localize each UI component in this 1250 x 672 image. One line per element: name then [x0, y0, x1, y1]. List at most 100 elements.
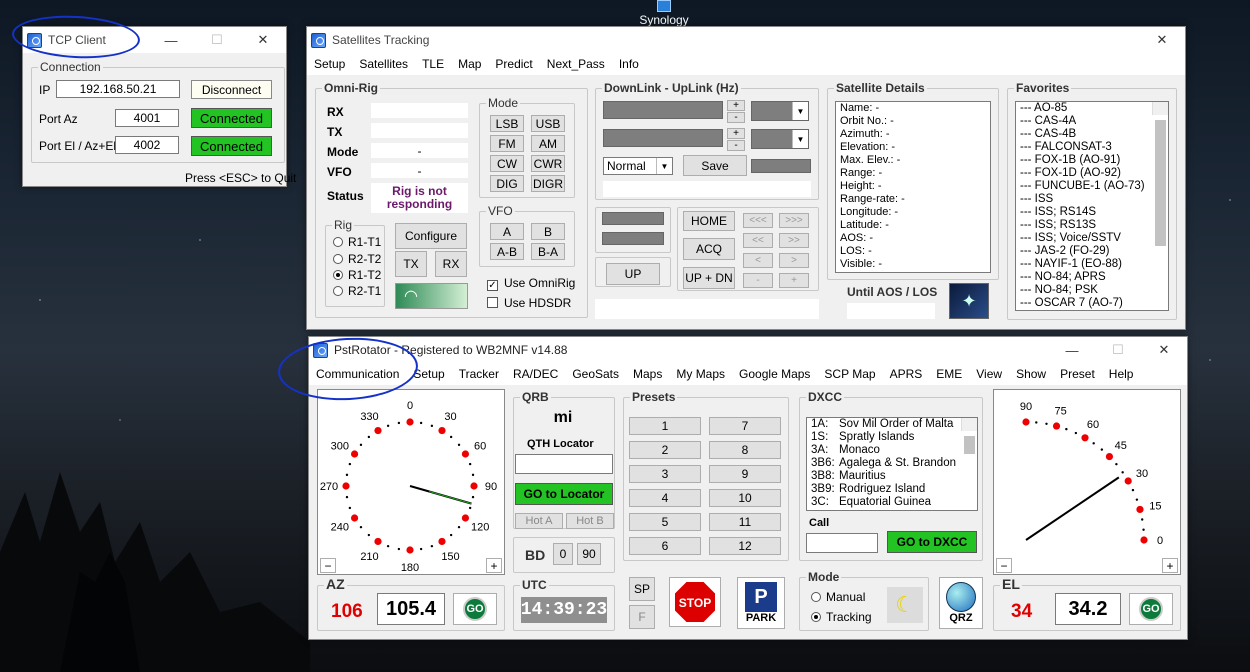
- manual-radio[interactable]: Manual: [811, 590, 865, 604]
- tx-button[interactable]: TX: [395, 251, 427, 277]
- menu-view[interactable]: View: [969, 367, 1009, 381]
- sp-button[interactable]: SP: [629, 577, 655, 601]
- configure-button[interactable]: Configure: [395, 223, 467, 249]
- vfo-ab-button[interactable]: A-B: [490, 243, 524, 260]
- hot-b-button[interactable]: Hot B: [566, 513, 614, 529]
- qth-locator-input[interactable]: [515, 454, 613, 474]
- menu-eme[interactable]: EME: [929, 367, 969, 381]
- mode-cw-button[interactable]: CW: [490, 155, 524, 172]
- menu-aprs[interactable]: APRS: [883, 367, 930, 381]
- use-hdsdr-checkbox[interactable]: Use HDSDR: [487, 296, 571, 310]
- vfo-a-button[interactable]: A: [490, 223, 524, 240]
- park-button[interactable]: P PARK: [737, 577, 785, 629]
- bd-90-button[interactable]: 90: [577, 543, 601, 565]
- acq-button[interactable]: ACQ: [683, 238, 735, 260]
- go-to-locator-button[interactable]: GO to Locator: [515, 483, 613, 505]
- az-minus-button[interactable]: −: [320, 558, 336, 573]
- rig-r2t1-radio[interactable]: R2-T1: [333, 284, 381, 298]
- menu-google-maps[interactable]: Google Maps: [732, 367, 817, 381]
- hot-a-button[interactable]: Hot A: [515, 513, 563, 529]
- menu-help[interactable]: Help: [1102, 367, 1141, 381]
- list-item[interactable]: --- NO-84; APRS: [1016, 271, 1168, 284]
- dxcc-list[interactable]: 1A: Sov Mil Order of Malta 1S: Spratly Isla…: [806, 417, 978, 511]
- uplink-mode-select[interactable]: ▼: [751, 129, 809, 149]
- mode-lsb-button[interactable]: LSB: [490, 115, 524, 132]
- el-minus-button[interactable]: −: [996, 558, 1012, 573]
- stop-button[interactable]: STOP: [669, 577, 721, 627]
- desktop-icon-synology[interactable]: Synology: [636, 0, 692, 27]
- list-item[interactable]: --- JAS-2 (FO-29): [1016, 245, 1168, 258]
- menu-predict[interactable]: Predict: [488, 57, 539, 71]
- headphones-icon[interactable]: ◠: [395, 283, 468, 309]
- menu-setup[interactable]: Setup: [307, 57, 352, 71]
- disconnect-button[interactable]: Disconnect: [191, 80, 272, 99]
- list-item[interactable]: --- AO-85: [1016, 102, 1168, 115]
- uplink-plus-button[interactable]: +: [727, 128, 745, 139]
- list-item[interactable]: --- FALCONSAT-3: [1016, 141, 1168, 154]
- slow-left-button[interactable]: <: [743, 253, 773, 268]
- preset-button-4[interactable]: 4: [629, 489, 701, 507]
- downlink-minus-button[interactable]: -: [727, 112, 745, 123]
- az-plus-button[interactable]: +: [486, 558, 502, 573]
- menu-tracker[interactable]: Tracker: [452, 367, 506, 381]
- vfo-ba-button[interactable]: B-A: [531, 243, 565, 260]
- save-button[interactable]: Save: [683, 155, 747, 176]
- menu-show[interactable]: Show: [1009, 367, 1053, 381]
- preset-button-7[interactable]: 7: [709, 417, 781, 435]
- preset-button-9[interactable]: 9: [709, 465, 781, 483]
- list-item[interactable]: 3B6: Agalega & St. Brandon: [807, 457, 977, 470]
- bd-0-button[interactable]: 0: [553, 543, 573, 565]
- step-plus-button[interactable]: +: [779, 273, 809, 288]
- list-item[interactable]: 1S: Spratly Islands: [807, 431, 977, 444]
- menu-next-pass[interactable]: Next_Pass: [540, 57, 612, 71]
- az-go-button[interactable]: GO: [453, 593, 497, 625]
- mode-digr-button[interactable]: DIGR: [531, 175, 565, 192]
- list-item[interactable]: --- ISS: [1016, 193, 1168, 206]
- menu-communication[interactable]: Communication: [309, 367, 406, 381]
- mode-cwr-button[interactable]: CWR: [531, 155, 565, 172]
- home-button[interactable]: HOME: [683, 211, 735, 231]
- rig-r1t2-radio[interactable]: R1-T2: [333, 268, 381, 282]
- list-item[interactable]: --- ISS; Voice/SSTV: [1016, 232, 1168, 245]
- downlink-plus-button[interactable]: +: [727, 100, 745, 111]
- menu-maps[interactable]: Maps: [626, 367, 669, 381]
- fast-right-button[interactable]: >>>: [779, 213, 809, 228]
- list-item[interactable]: --- CAS-4A: [1016, 115, 1168, 128]
- rx-button[interactable]: RX: [435, 251, 467, 277]
- med-left-button[interactable]: <<: [743, 233, 773, 248]
- mode-fm-button[interactable]: FM: [490, 135, 524, 152]
- call-input[interactable]: [806, 533, 878, 553]
- preset-button-10[interactable]: 10: [709, 489, 781, 507]
- up-button[interactable]: UP: [606, 263, 660, 285]
- sat-close-button[interactable]: ✕: [1139, 32, 1185, 48]
- menu-map[interactable]: Map: [451, 57, 488, 71]
- mode-am-button[interactable]: AM: [531, 135, 565, 152]
- menu-my-maps[interactable]: My Maps: [669, 367, 732, 381]
- el-plus-button[interactable]: +: [1162, 558, 1178, 573]
- port-el-field[interactable]: 4002: [115, 136, 179, 154]
- favorites-scrollbar[interactable]: [1152, 102, 1168, 246]
- mode-usb-button[interactable]: USB: [531, 115, 565, 132]
- preset-button-12[interactable]: 12: [709, 537, 781, 555]
- qrz-button[interactable]: QRZ: [939, 577, 983, 629]
- list-item[interactable]: --- CAS-4B: [1016, 128, 1168, 141]
- list-item[interactable]: --- FOX-1B (AO-91): [1016, 154, 1168, 167]
- preset-button-5[interactable]: 5: [629, 513, 701, 531]
- list-item[interactable]: --- NO-84; PSK: [1016, 284, 1168, 297]
- menu-geosats[interactable]: GeoSats: [565, 367, 626, 381]
- list-item[interactable]: 1A: Sov Mil Order of Malta: [807, 418, 977, 431]
- list-item[interactable]: 3C: Equatorial Guinea: [807, 496, 977, 509]
- list-item[interactable]: --- ISS; RS14S: [1016, 206, 1168, 219]
- close-button[interactable]: ✕: [1141, 342, 1187, 358]
- list-item[interactable]: --- FUNCUBE-1 (AO-73): [1016, 180, 1168, 193]
- uplink-minus-button[interactable]: -: [727, 140, 745, 151]
- list-item[interactable]: --- FOX-1D (AO-92): [1016, 167, 1168, 180]
- list-item[interactable]: 3A: Monaco: [807, 444, 977, 457]
- list-item[interactable]: --- OSCAR 7 (AO-7): [1016, 297, 1168, 310]
- med-right-button[interactable]: >>: [779, 233, 809, 248]
- menu-tle[interactable]: TLE: [415, 57, 451, 71]
- go-to-dxcc-button[interactable]: GO to DXCC: [887, 531, 977, 553]
- port-az-field[interactable]: 4001: [115, 109, 179, 127]
- ip-field[interactable]: 192.168.50.21: [56, 80, 180, 98]
- tracking-radio[interactable]: Tracking: [811, 610, 872, 624]
